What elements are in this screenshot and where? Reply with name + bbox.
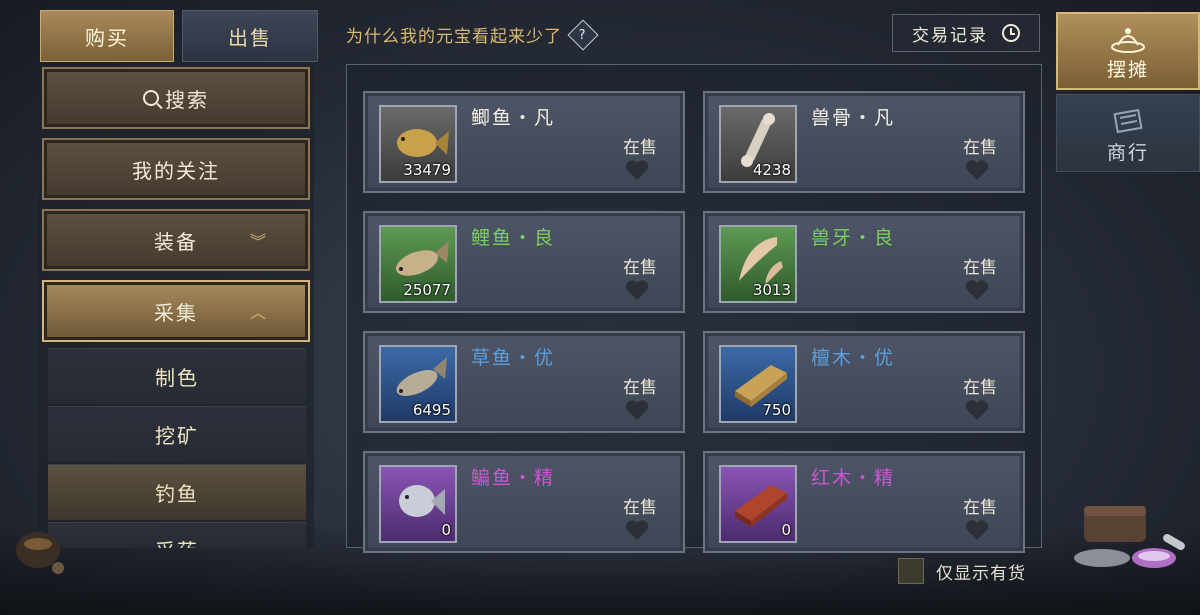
nav-shop-label: 商行: [1106, 142, 1149, 164]
pot-decoration-icon: [16, 532, 64, 574]
item-status: 在售: [623, 498, 657, 518]
clock-icon: [1002, 24, 1020, 42]
item-name: 鲤鱼・良: [471, 227, 556, 249]
item-quantity: 0: [441, 521, 451, 539]
hint-text: 为什么我的元宝看起来少了: [346, 27, 562, 47]
heart-icon[interactable]: [625, 399, 649, 425]
stall-icon: [1111, 28, 1145, 53]
nav-stall-label: 摆摊: [1106, 59, 1149, 81]
bream-icon: 0: [379, 465, 457, 543]
item-status: 在售: [963, 378, 997, 398]
category-gathering[interactable]: 采集 ︿: [42, 280, 310, 342]
item-quantity: 6495: [412, 401, 451, 419]
sub-item-dyeing[interactable]: 制色: [48, 348, 306, 404]
item-name: 草鱼・优: [471, 347, 556, 369]
item-card[interactable]: 4238 兽骨・凡 在售: [703, 91, 1025, 193]
tab-sell[interactable]: 出售: [182, 10, 318, 62]
in-stock-label: 仅显示有货: [936, 563, 1026, 584]
sub-item-fishing[interactable]: 钓鱼: [48, 464, 306, 520]
help-icon[interactable]: ?: [567, 18, 599, 51]
heart-icon[interactable]: [965, 519, 989, 545]
item-list-panel: 33479 鲫鱼・凡 在售 4238 兽骨・凡 在售 25077 鲤鱼・良 在售…: [346, 64, 1042, 553]
carp-icon: 25077: [379, 225, 457, 303]
fang-icon: 3013: [719, 225, 797, 303]
in-stock-filter[interactable]: 仅显示有货: [898, 558, 1026, 584]
chevron-down-icon: ︾: [249, 232, 268, 251]
item-name: 红木・精: [811, 467, 896, 489]
item-name: 鲫鱼・凡: [471, 107, 556, 129]
crucian-fish-icon: 33479: [379, 105, 457, 183]
item-status: 在售: [623, 258, 657, 278]
item-status: 在售: [963, 498, 997, 518]
search-icon: [143, 90, 159, 106]
item-status: 在售: [963, 258, 997, 278]
item-quantity: 4238: [752, 161, 791, 179]
item-quantity: 3013: [752, 281, 791, 299]
item-status: 在售: [963, 138, 997, 158]
search-button[interactable]: 搜索: [42, 67, 310, 129]
following-button[interactable]: 我的关注: [42, 138, 310, 200]
item-card[interactable]: 3013 兽牙・良 在售: [703, 211, 1025, 313]
grass-carp-icon: 6495: [379, 345, 457, 423]
item-name: 兽牙・良: [811, 227, 896, 249]
equipment-label: 装备: [154, 229, 198, 254]
yuanbao-hint-link[interactable]: 为什么我的元宝看起来少了 ?: [346, 18, 599, 51]
redwood-icon: 0: [719, 465, 797, 543]
heart-icon[interactable]: [965, 159, 989, 185]
in-stock-checkbox[interactable]: [898, 558, 924, 584]
item-card[interactable]: 750 檀木・优 在售: [703, 331, 1025, 433]
item-card[interactable]: 33479 鲫鱼・凡 在售: [363, 91, 685, 193]
item-status: 在售: [623, 138, 657, 158]
item-card[interactable]: 6495 草鱼・优 在售: [363, 331, 685, 433]
item-name: 檀木・优: [811, 347, 896, 369]
item-quantity: 750: [762, 401, 791, 419]
gathering-label: 采集: [154, 300, 198, 325]
sub-item-herbs[interactable]: 采药: [48, 522, 306, 548]
item-name: 鳊鱼・精: [471, 467, 556, 489]
item-quantity: 33479: [403, 161, 451, 179]
treasure-chest-icon: [1074, 506, 1185, 568]
item-quantity: 0: [781, 521, 791, 539]
heart-icon[interactable]: [965, 399, 989, 425]
item-card[interactable]: 0 红木・精 在售: [703, 451, 1025, 553]
item-card[interactable]: 0 鳊鱼・精 在售: [363, 451, 685, 553]
heart-icon[interactable]: [625, 519, 649, 545]
item-name: 兽骨・凡: [811, 107, 896, 129]
trade-record-button[interactable]: 交易记录: [892, 14, 1040, 52]
nav-stall-button[interactable]: 摆摊: [1056, 12, 1200, 90]
heart-icon[interactable]: [625, 279, 649, 305]
following-label: 我的关注: [132, 158, 220, 183]
heart-icon[interactable]: [965, 279, 989, 305]
item-status: 在售: [623, 378, 657, 398]
category-equipment[interactable]: 装备 ︾: [42, 209, 310, 271]
heart-icon[interactable]: [625, 159, 649, 185]
right-nav: 摆摊 商行: [1056, 8, 1200, 172]
search-label: 搜索: [165, 87, 209, 112]
bone-icon: 4238: [719, 105, 797, 183]
tab-buy[interactable]: 购买: [40, 10, 174, 62]
category-sidebar: 搜索 我的关注 装备 ︾ 采集 ︿ 制色 挖矿 钓鱼 采药: [38, 64, 314, 548]
item-card[interactable]: 25077 鲤鱼・良 在售: [363, 211, 685, 313]
shop-icon: [1113, 108, 1143, 134]
trade-record-label: 交易记录: [912, 25, 988, 46]
sub-item-mining[interactable]: 挖矿: [48, 406, 306, 462]
chevron-up-icon: ︿: [249, 303, 268, 322]
item-quantity: 25077: [403, 281, 451, 299]
sandalwood-icon: 750: [719, 345, 797, 423]
nav-shop-button[interactable]: 商行: [1056, 94, 1200, 172]
